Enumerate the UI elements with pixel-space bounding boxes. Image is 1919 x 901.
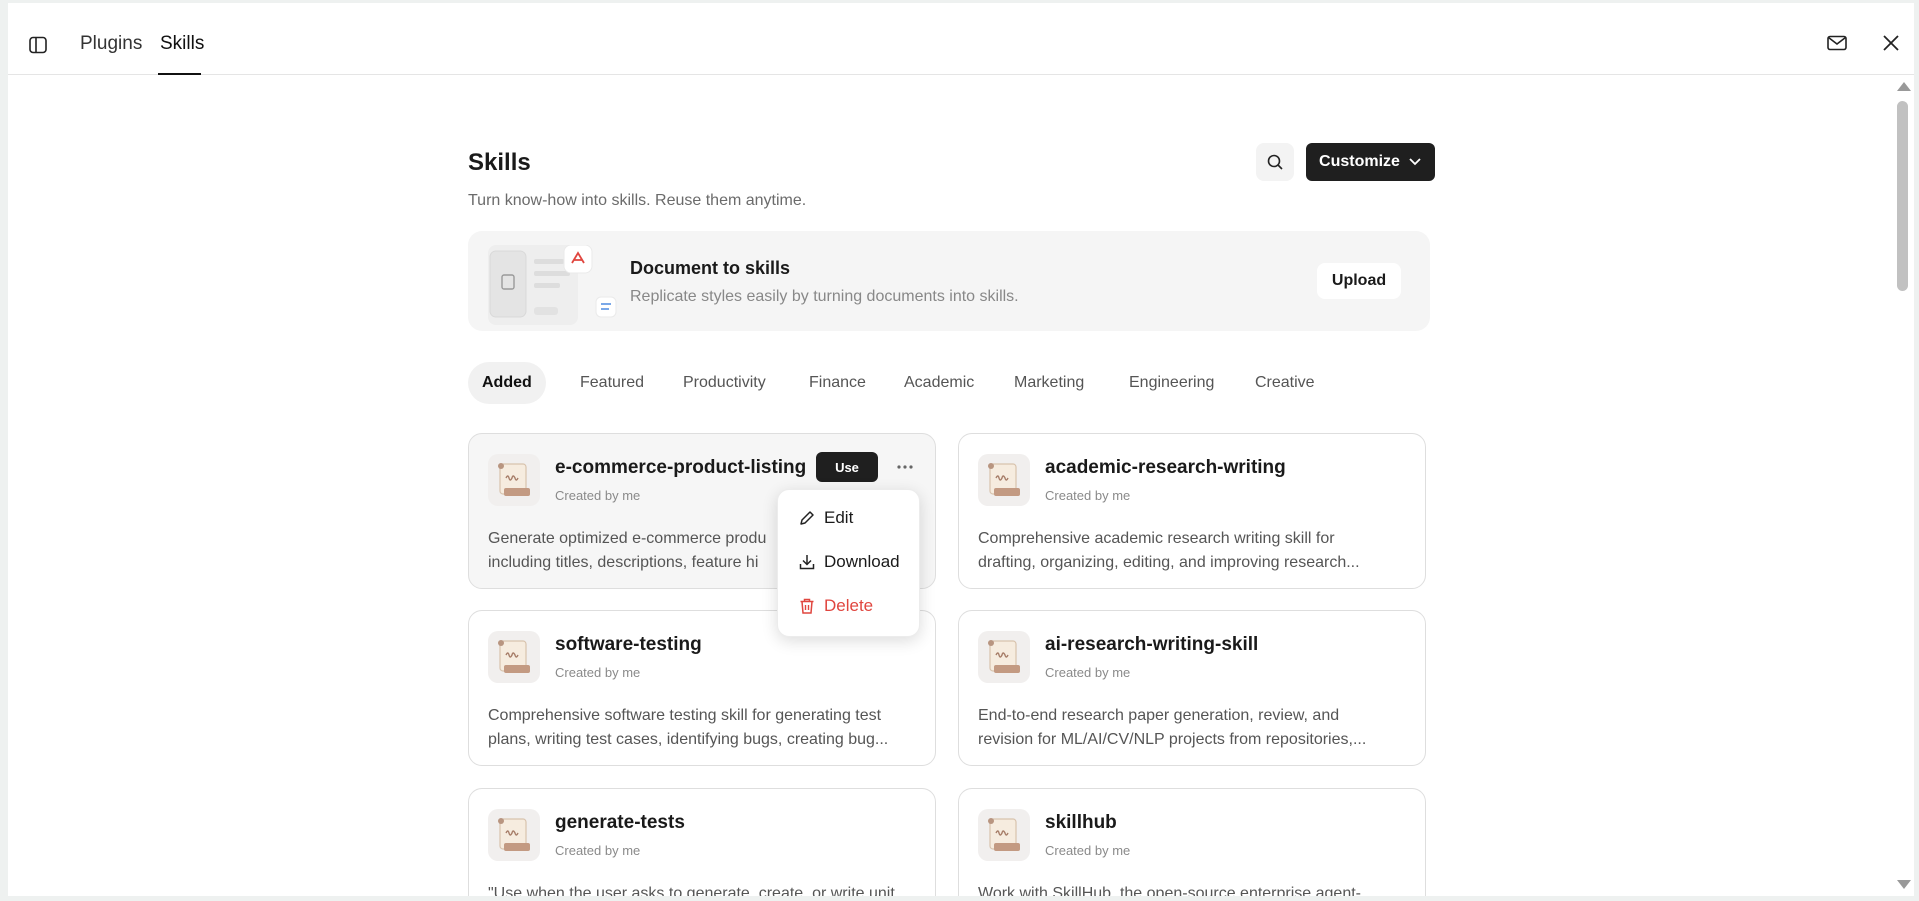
filter-tab-productivity[interactable]: Productivity — [683, 362, 766, 404]
filter-tab-featured[interactable]: Featured — [580, 362, 644, 404]
download-icon — [799, 555, 815, 570]
banner-description: Replicate styles easily by turning docum… — [630, 288, 1019, 305]
menu-item-download[interactable]: Download — [798, 547, 900, 577]
trash-icon — [800, 598, 814, 614]
skill-description: Comprehensive software testing skill for… — [488, 704, 918, 752]
skill-description: Work with SkillHub, the open-source ente… — [978, 882, 1408, 896]
menu-item-label: Delete — [824, 596, 874, 615]
filter-tab-engineering[interactable]: Engineering — [1129, 362, 1214, 404]
skill-name: generate-tests — [555, 812, 685, 833]
skill-description-line: revision for ML/AI/CV/NLP projects from … — [978, 731, 1367, 748]
tab-plugins[interactable]: Plugins — [80, 33, 142, 55]
close-icon[interactable] — [1880, 32, 1902, 59]
skill-description-line: Work with SkillHub, the open-source ente… — [978, 885, 1361, 896]
page-subtitle: Turn know-how into skills. Reuse them an… — [468, 192, 807, 209]
skill-scroll-icon — [488, 631, 540, 683]
skill-scroll-icon — [978, 809, 1030, 861]
page-title: Skills — [468, 149, 531, 176]
sidebar-toggle-icon[interactable] — [27, 34, 49, 56]
skill-description-line: drafting, organizing, editing, and impro… — [978, 554, 1360, 571]
skill-scroll-icon — [488, 454, 540, 506]
menu-item-label: Edit — [824, 508, 854, 527]
skill-description-line: plans, writing test cases, identifying b… — [488, 731, 889, 748]
upload-button[interactable]: Upload — [1317, 263, 1401, 299]
chevron-down-icon — [1409, 158, 1421, 166]
menu-item-edit[interactable]: Edit — [798, 503, 853, 533]
skill-author: Created by me — [555, 843, 641, 858]
customize-button[interactable]: Customize — [1306, 143, 1435, 181]
skill-name: ai-research-writing-skill — [1045, 634, 1259, 655]
skill-author: Created by me — [1045, 665, 1131, 680]
pencil-icon — [800, 511, 814, 525]
skill-name: software-testing — [555, 634, 702, 655]
skill-name: skillhub — [1045, 812, 1117, 833]
skill-description-line: Comprehensive academic research writing … — [978, 530, 1335, 547]
filter-tab-finance[interactable]: Finance — [809, 362, 866, 404]
filter-tab-academic[interactable]: Academic — [904, 362, 974, 404]
scroll-down-icon[interactable] — [1897, 880, 1911, 889]
skill-description: Comprehensive academic research writing … — [978, 527, 1408, 575]
filter-tab-marketing[interactable]: Marketing — [1014, 362, 1084, 404]
menu-item-label: Download — [824, 552, 900, 571]
skill-card[interactable]: skillhub Created by me Work with SkillHu… — [958, 788, 1426, 896]
skill-author: Created by me — [1045, 843, 1131, 858]
skill-card[interactable]: generate-tests Created by me "Use when t… — [468, 788, 936, 896]
top-bar: Plugins Skills — [8, 3, 1914, 75]
active-tab-indicator — [158, 73, 201, 75]
customize-label: Customize — [1319, 153, 1400, 170]
document-illustration-icon — [488, 245, 617, 325]
skill-card[interactable]: ai-research-writing-skill Created by me … — [958, 610, 1426, 766]
skill-author: Created by me — [555, 665, 641, 680]
skills-window: Plugins Skills Skills Turn know-how into… — [8, 3, 1914, 896]
menu-item-delete[interactable]: Delete — [798, 591, 873, 621]
skill-name: e-commerce-product-listing — [555, 457, 807, 478]
skill-scroll-icon — [978, 631, 1030, 683]
search-button[interactable] — [1256, 143, 1294, 181]
skill-description: "Use when the user asks to generate, cre… — [488, 882, 918, 896]
skill-scroll-icon — [488, 809, 540, 861]
filter-tab-creative[interactable]: Creative — [1255, 362, 1315, 404]
banner-title: Document to skills — [630, 258, 791, 278]
use-button[interactable]: Use — [816, 452, 878, 482]
vertical-scrollbar[interactable] — [1894, 77, 1911, 895]
filter-tab-added[interactable]: Added — [468, 362, 546, 404]
scroll-thumb[interactable] — [1897, 101, 1908, 291]
skill-author: Created by me — [555, 488, 641, 503]
scroll-up-icon[interactable] — [1897, 82, 1911, 91]
skill-scroll-icon — [978, 454, 1030, 506]
more-options-icon[interactable] — [890, 452, 920, 482]
search-icon — [1267, 154, 1283, 170]
skill-author: Created by me — [1045, 488, 1131, 503]
document-to-skills-banner: Document to skills Replicate styles easi… — [468, 231, 1430, 331]
skill-description-line: "Use when the user asks to generate, cre… — [488, 885, 895, 896]
skill-description-line: Comprehensive software testing skill for… — [488, 707, 882, 724]
card-context-menu: Edit Download Delete — [777, 489, 920, 637]
skill-card[interactable]: academic-research-writing Created by me … — [958, 433, 1426, 589]
tab-skills[interactable]: Skills — [160, 33, 204, 55]
skill-description-line: End-to-end research paper generation, re… — [978, 707, 1340, 724]
mail-icon[interactable] — [1826, 32, 1848, 59]
skill-name: academic-research-writing — [1045, 457, 1286, 478]
skill-description: End-to-end research paper generation, re… — [978, 704, 1408, 752]
